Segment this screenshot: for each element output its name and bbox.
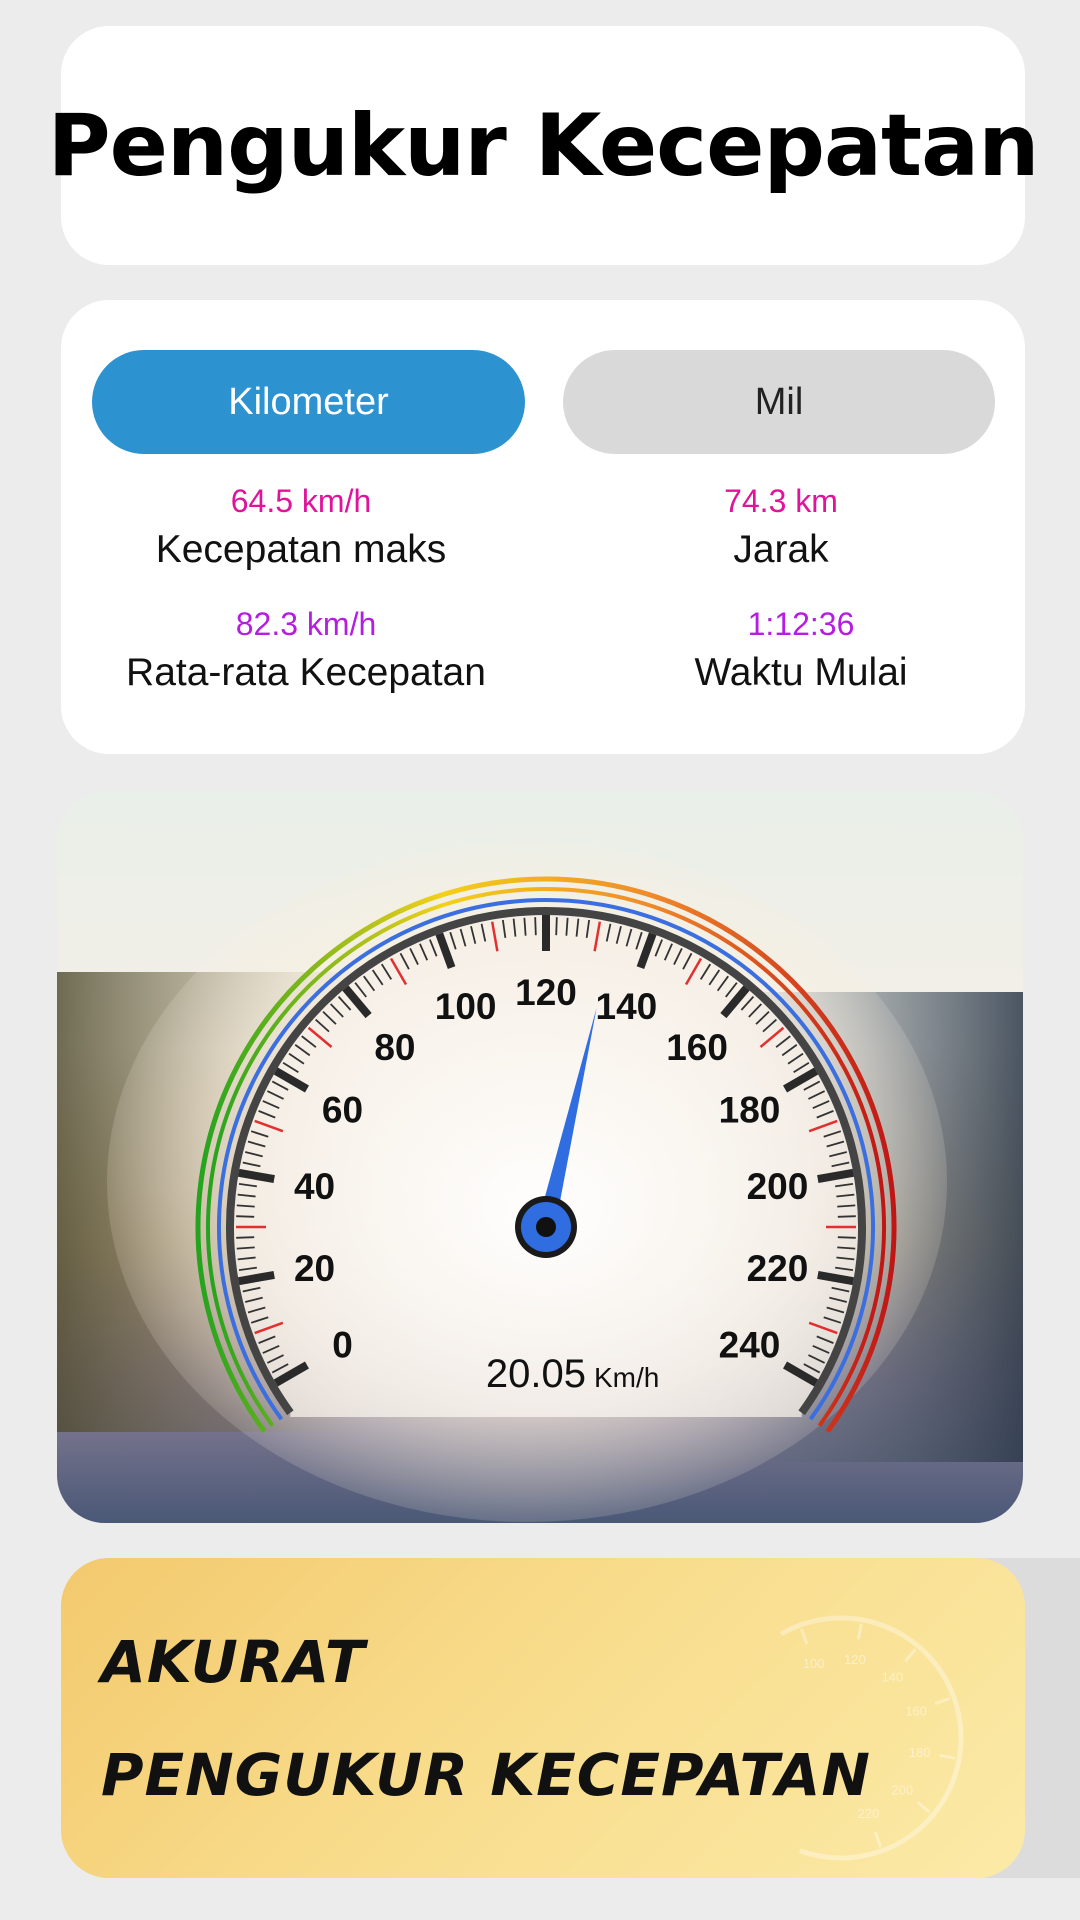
speedometer-panel: 0 20 40 60 80 100 120 140 160 180 200 220 240 20.05 … bbox=[57, 792, 1023, 1523]
start-time-value: 1:12:36 bbox=[747, 606, 855, 642]
promo-dial-tick bbox=[916, 1801, 931, 1814]
promo-dial-label: 120 bbox=[844, 1652, 866, 1667]
speedometer-gauge: 020406080100 120 140160180200220240 20.05 … bbox=[57, 792, 1023, 1523]
tick-label: 60 bbox=[322, 1090, 363, 1131]
distance-stat: 74.3 km Jarak bbox=[581, 483, 981, 572]
promo-dial-label: 100 bbox=[803, 1656, 825, 1671]
minor-tick bbox=[837, 1215, 856, 1218]
promo-dial-arc bbox=[779, 1615, 964, 1861]
avg-speed-stat: 82.3 km/h Rata-rata Kecepatan bbox=[91, 606, 521, 695]
minor-tick bbox=[236, 1204, 255, 1208]
tick-label: 20 bbox=[294, 1248, 335, 1289]
tick-label: 120 bbox=[515, 972, 577, 1013]
minor-tick bbox=[534, 917, 537, 936]
promo-dial-label: 140 bbox=[882, 1670, 904, 1685]
tick-label: 40 bbox=[294, 1166, 335, 1207]
tick-label: 220 bbox=[747, 1248, 809, 1289]
minor-tick bbox=[837, 1204, 856, 1208]
minor-tick bbox=[565, 917, 569, 936]
minor-tick bbox=[837, 1246, 856, 1250]
page-title: Pengukur Kecepatan bbox=[47, 95, 1040, 196]
promo-banner[interactable]: 100 120 140 160 180 200 220 AKURAT PENGUKUR KE… bbox=[61, 1558, 1025, 1878]
stats-card: Kilometer Mil 64.5 km/h Kecepatan maks 7… bbox=[61, 300, 1025, 754]
distance-label: Jarak bbox=[733, 528, 829, 571]
distance-value: 74.3 km bbox=[724, 483, 838, 519]
speed-unit: Km/h bbox=[594, 1362, 659, 1393]
promo-dial-tick bbox=[939, 1753, 956, 1760]
promo-dial-tick bbox=[873, 1831, 883, 1848]
promo-dial-label: 160 bbox=[905, 1704, 927, 1719]
promo-dial-tick bbox=[799, 1628, 809, 1645]
minor-tick bbox=[236, 1215, 255, 1218]
max-speed-stat: 64.5 km/h Kecepatan maks bbox=[91, 483, 511, 572]
minor-tick bbox=[236, 1236, 255, 1239]
promo-dial-tick bbox=[904, 1648, 917, 1663]
max-speed-label: Kecepatan maks bbox=[155, 528, 447, 571]
tick-label: 200 bbox=[747, 1166, 809, 1207]
avg-speed-label: Rata-rata Kecepatan bbox=[126, 651, 486, 694]
needle-hub-center bbox=[536, 1217, 556, 1237]
kilometer-button[interactable]: Kilometer bbox=[92, 350, 525, 454]
tick-label: 180 bbox=[719, 1090, 781, 1131]
minor-tick bbox=[523, 917, 527, 936]
minor-tick bbox=[555, 917, 558, 936]
start-time-stat: 1:12:36 Waktu Mulai bbox=[601, 606, 1001, 695]
avg-speed-value: 82.3 km/h bbox=[235, 606, 377, 642]
promo-dial-label: 200 bbox=[891, 1782, 913, 1797]
promo-dial-tick bbox=[856, 1623, 863, 1640]
promo-line-2: PENGUKUR KECEPATAN bbox=[101, 1741, 871, 1809]
tick-label: 140 bbox=[596, 986, 658, 1027]
promo-line-1: AKURAT bbox=[101, 1628, 366, 1696]
tick-label: 240 bbox=[719, 1325, 781, 1366]
tick-label: 0 bbox=[332, 1325, 353, 1366]
start-time-label: Waktu Mulai bbox=[694, 651, 908, 694]
title-card: Pengukur Kecepatan bbox=[48, 26, 1039, 265]
tick-label: 80 bbox=[374, 1027, 415, 1068]
minor-tick bbox=[837, 1236, 856, 1239]
promo-dial-graphic: 100 120140160180200220 bbox=[779, 1615, 964, 1861]
minor-tick bbox=[236, 1246, 255, 1250]
mile-button[interactable]: Mil bbox=[563, 350, 995, 454]
promo-dial-tick bbox=[934, 1696, 951, 1706]
speed-value: 20.05 bbox=[486, 1352, 586, 1396]
tick-label: 160 bbox=[666, 1027, 728, 1068]
max-speed-value: 64.5 km/h bbox=[230, 483, 372, 519]
promo-dial-label: 180 bbox=[909, 1745, 931, 1760]
tick-label: 100 bbox=[435, 986, 497, 1027]
